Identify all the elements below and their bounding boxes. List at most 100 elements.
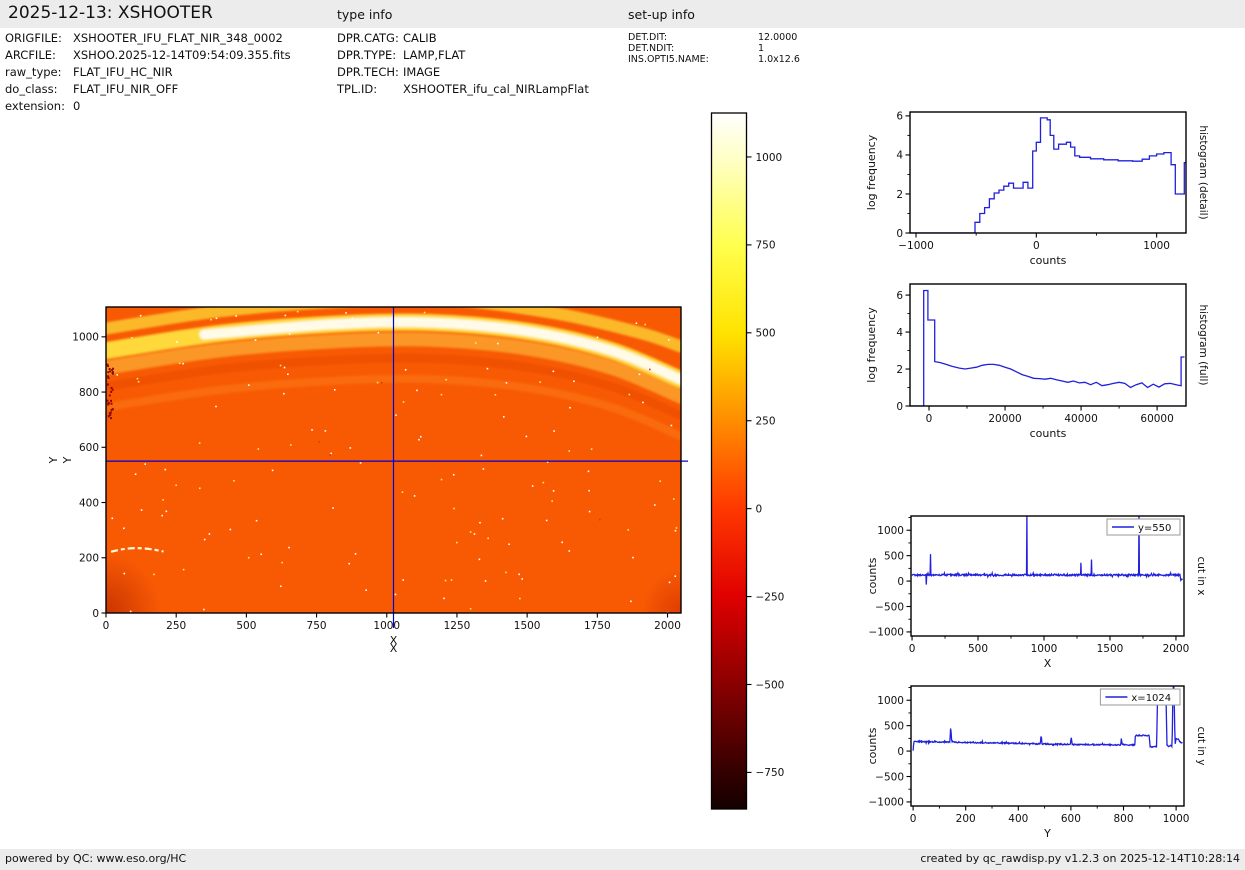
plot-canvas: 0250500750100012501500175020000200400600… bbox=[0, 0, 1245, 870]
hot-pixel bbox=[325, 430, 327, 432]
hot-pixel bbox=[673, 498, 675, 500]
plot-text: 600 bbox=[1061, 813, 1081, 825]
hot-pixel bbox=[199, 487, 201, 489]
plot-text: 400 bbox=[1008, 813, 1028, 825]
hot-pixel bbox=[495, 394, 497, 396]
hot-pixel bbox=[456, 542, 458, 544]
edge-speckle bbox=[107, 371, 109, 373]
hot-pixel bbox=[334, 389, 336, 391]
hot-pixel bbox=[630, 601, 632, 603]
hot-pixel bbox=[526, 436, 528, 438]
plot-text: 0 bbox=[897, 746, 904, 758]
hot-pixel bbox=[588, 471, 590, 473]
hot-pixel bbox=[532, 485, 534, 487]
plot-text: 2 bbox=[896, 189, 903, 201]
hot-pixel bbox=[588, 490, 590, 492]
plot-text: 750 bbox=[756, 240, 776, 252]
plot-text: 0 bbox=[896, 228, 903, 240]
hot-pixel bbox=[591, 448, 593, 450]
plot-text: counts bbox=[866, 557, 879, 594]
cut-in-y-plot: 02004006008001000−1000−50005001000Ycount… bbox=[866, 686, 1207, 840]
edge-speckle bbox=[112, 371, 114, 373]
hot-pixel bbox=[182, 363, 184, 365]
plot-text: cut in y bbox=[1195, 726, 1207, 765]
plot-text: log frequency bbox=[865, 307, 878, 383]
hot-pixel bbox=[649, 369, 651, 371]
corner-shade-bl bbox=[106, 553, 161, 613]
hot-pixel bbox=[230, 529, 232, 531]
hot-pixel bbox=[674, 575, 676, 577]
main-image-plot: 0250500750100012501500175020000200400600… bbox=[47, 299, 688, 655]
edge-speckle bbox=[109, 370, 111, 372]
plot-text: 200 bbox=[956, 813, 976, 825]
hot-pixel bbox=[162, 499, 164, 501]
hot-pixel bbox=[479, 559, 481, 561]
colorbar: 10007505002500−250−500−750 bbox=[712, 113, 785, 809]
plot-text: 0 bbox=[103, 620, 110, 632]
hot-pixel bbox=[653, 367, 655, 369]
hot-pixel bbox=[183, 569, 185, 571]
edge-speckle bbox=[106, 400, 108, 402]
plot-text: 750 bbox=[307, 620, 327, 632]
plot-text: 800 bbox=[1113, 813, 1133, 825]
plot-text: 6 bbox=[896, 111, 903, 123]
hot-pixel bbox=[287, 373, 289, 375]
hot-pixel bbox=[654, 504, 656, 506]
edge-speckle bbox=[107, 383, 109, 385]
hot-pixel bbox=[319, 441, 321, 443]
edge-speckle bbox=[107, 365, 109, 367]
hot-pixel bbox=[597, 337, 599, 339]
hot-pixel bbox=[521, 578, 523, 580]
hot-pixel bbox=[503, 416, 505, 418]
hot-pixel bbox=[111, 517, 113, 519]
edge-speckle bbox=[112, 368, 114, 370]
legend-label: x=1024 bbox=[1131, 693, 1171, 704]
plot-text: 2000 bbox=[1163, 643, 1190, 655]
plot-text: 1000 bbox=[877, 525, 904, 537]
hot-pixel bbox=[443, 598, 445, 600]
hot-pixel bbox=[138, 381, 140, 383]
hot-pixel bbox=[395, 594, 397, 596]
hot-pixel bbox=[260, 554, 262, 556]
plot-text: −500 bbox=[875, 601, 904, 613]
axes-frame bbox=[910, 112, 1186, 233]
plot-text: 0 bbox=[896, 401, 903, 413]
hot-pixel bbox=[199, 442, 201, 444]
hot-pixel bbox=[405, 369, 407, 371]
plot-text: −500 bbox=[756, 679, 785, 691]
footer-right-text: created by qc_rawdisp.py v1.2.3 on 2025-… bbox=[920, 852, 1240, 865]
hot-pixel bbox=[475, 342, 477, 344]
y-axis-label: Y bbox=[47, 456, 60, 464]
edge-speckle bbox=[107, 375, 109, 377]
hot-pixel bbox=[164, 469, 166, 471]
histogram-full-plot: 02000040000600000246countslog frequencyh… bbox=[865, 284, 1209, 440]
plot-text: 1000 bbox=[1143, 240, 1170, 252]
hot-pixel bbox=[539, 381, 541, 383]
hot-pixel bbox=[355, 553, 357, 555]
hot-pixel bbox=[599, 519, 601, 521]
hot-pixel bbox=[669, 582, 671, 584]
hot-pixel bbox=[483, 468, 485, 470]
hot-pixel bbox=[352, 318, 354, 320]
edge-speckle bbox=[110, 391, 112, 393]
hot-pixel bbox=[256, 520, 258, 522]
plot-text: histogram (detail) bbox=[1197, 125, 1209, 219]
hot-pixel bbox=[248, 557, 250, 559]
edge-speckle bbox=[108, 415, 110, 417]
plot-text: 400 bbox=[79, 497, 99, 509]
plot-text: 40000 bbox=[1064, 413, 1097, 425]
hot-pixel bbox=[445, 580, 447, 582]
hot-pixel bbox=[280, 365, 282, 367]
hot-pixel bbox=[285, 315, 287, 317]
edge-speckle bbox=[109, 394, 111, 396]
plot-text: 1000 bbox=[373, 620, 400, 632]
plot-text: 60000 bbox=[1140, 413, 1173, 425]
hot-pixel bbox=[418, 439, 420, 441]
hot-pixel bbox=[283, 393, 285, 395]
hot-pixel bbox=[135, 473, 137, 475]
hot-pixel bbox=[153, 574, 155, 576]
hot-pixel bbox=[632, 557, 634, 559]
hot-pixel bbox=[216, 317, 218, 319]
hot-pixel bbox=[642, 402, 644, 404]
hot-pixel bbox=[589, 511, 591, 513]
